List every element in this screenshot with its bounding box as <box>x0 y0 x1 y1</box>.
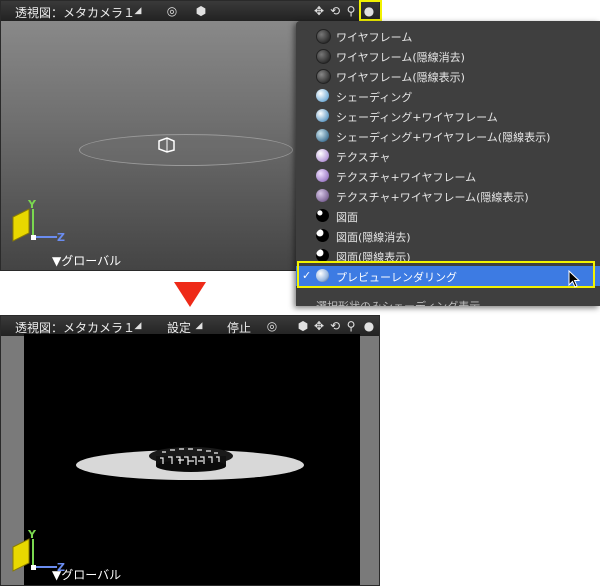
wireframe-hidden-removed-icon <box>316 49 331 64</box>
menu-item-wireframe[interactable]: ワイヤフレーム <box>296 26 600 46</box>
dropdown-arrow-icon[interactable]: ◢ <box>131 4 145 18</box>
menu-item-texture[interactable]: テクスチャ <box>296 146 600 166</box>
cube-icon[interactable]: ⬢ <box>296 319 310 333</box>
menu-item-shading-wireframe[interactable]: シェーディング+ワイヤフレーム <box>296 106 600 126</box>
coordinate-system-dropdown[interactable]: ▼グローバル <box>52 252 121 269</box>
menu-item-drawing[interactable]: 図面 <box>296 206 600 226</box>
viewport-titlebar: 透視図：メタカメラ１ ◢ 設定 ◢ 停止 ◎ ⬢ ✥ ⟲ ⚲ ● <box>1 316 379 336</box>
viewport-title[interactable]: 透視図：メタカメラ１ <box>15 4 135 21</box>
mouse-cursor-icon <box>568 270 581 288</box>
transition-arrow-icon <box>174 282 206 307</box>
menu-item-wireframe-hidden-removed[interactable]: ワイヤフレーム(隠線消去) <box>296 46 600 66</box>
drawing-hidden-removed-icon <box>316 229 329 242</box>
shading-wireframe-hidden-icon <box>316 129 329 142</box>
coordinate-system-dropdown[interactable]: ▼グローバル <box>52 566 121 583</box>
rotate-icon[interactable]: ⟲ <box>328 319 342 333</box>
axis-z-label: Z <box>57 231 65 244</box>
menu-item-texture-wireframe[interactable]: テクスチャ+ワイヤフレーム <box>296 166 600 186</box>
menu-item-texture-wireframe-hidden[interactable]: テクスチャ+ワイヤフレーム(隠線表示) <box>296 186 600 206</box>
shading-sphere-icon <box>316 89 329 102</box>
target-icon[interactable]: ◎ <box>165 4 179 18</box>
shading-mode-icon[interactable]: ● <box>362 319 376 333</box>
ground-disk <box>79 134 293 166</box>
axis-y-label: Y <box>28 198 36 211</box>
wireframe-sphere-icon <box>316 29 331 44</box>
drawing-sphere-icon <box>316 209 329 222</box>
zoom-icon[interactable]: ⚲ <box>344 4 358 18</box>
move-icon[interactable]: ✥ <box>312 319 326 333</box>
preview-render-area: Y Z <box>12 334 360 585</box>
shading-icon-highlight <box>359 0 382 21</box>
bottom-viewport[interactable]: 透視図：メタカメラ１ ◢ 設定 ◢ 停止 ◎ ⬢ ✥ ⟲ ⚲ ● Y Z ▼グロ… <box>0 315 380 586</box>
texture-sphere-icon <box>316 149 329 162</box>
rendered-object <box>149 447 233 472</box>
selected-item-highlight <box>297 261 595 288</box>
texture-wireframe-hidden-icon <box>316 189 329 202</box>
dropdown-arrow-icon[interactable]: ◢ <box>131 319 145 333</box>
menu-item-shading-wireframe-hidden[interactable]: シェーディング+ワイヤフレーム(隠線表示) <box>296 126 600 146</box>
cube-icon[interactable]: ⬢ <box>194 4 208 18</box>
menu-item-wireframe-hidden-shown[interactable]: ワイヤフレーム(隠線表示) <box>296 66 600 86</box>
menu-item-shading[interactable]: シェーディング <box>296 86 600 106</box>
rotate-icon[interactable]: ⟲ <box>328 4 342 18</box>
object-icon <box>158 137 175 153</box>
menu-item-drawing-hidden-removed[interactable]: 図面(隠線消去) <box>296 226 600 246</box>
target-icon[interactable]: ◎ <box>265 319 279 333</box>
viewport-titlebar: 透視図：メタカメラ１ ◢ ◎ ⬢ ✥ ⟲ ⚲ ● <box>1 1 379 21</box>
move-icon[interactable]: ✥ <box>312 4 326 18</box>
menu-item-cut-off[interactable]: 選択形状のみシェーディング表示 <box>316 298 480 306</box>
texture-wireframe-icon <box>316 169 329 182</box>
shading-wireframe-icon <box>316 109 329 122</box>
wireframe-hidden-shown-icon <box>316 69 331 84</box>
zoom-icon[interactable]: ⚲ <box>344 319 358 333</box>
dropdown-arrow-icon[interactable]: ◢ <box>192 319 206 333</box>
axis-gizmo <box>12 208 57 242</box>
axis-y-label: Y <box>28 528 36 541</box>
